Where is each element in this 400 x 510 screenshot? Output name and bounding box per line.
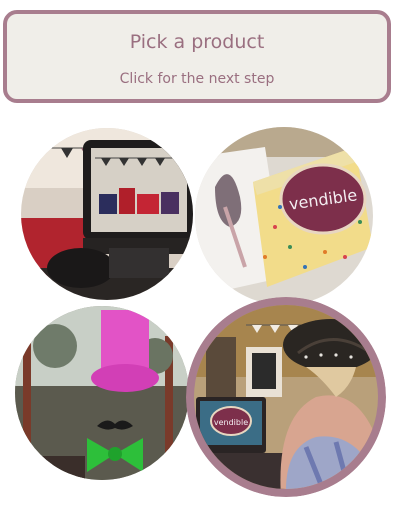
product-tile-photo-props[interactable] (15, 306, 189, 480)
vendible-screen-text: vendible (214, 418, 248, 427)
banner-title: Pick a product (129, 31, 265, 53)
next-step-banner[interactable]: Pick a product Click for the next step (3, 10, 391, 103)
banner-subtitle: Click for the next step (119, 71, 275, 87)
photo-props-photo-icon (15, 306, 189, 480)
gift-box-photo-icon: vendible (195, 127, 373, 305)
product-tile-vendible-box[interactable]: vendible (195, 127, 373, 305)
product-tile-camera[interactable] (21, 128, 193, 300)
camera-photo-icon (21, 128, 193, 300)
product-tile-event-booth[interactable]: vendible (186, 297, 386, 497)
event-photo-icon: vendible (186, 297, 386, 497)
